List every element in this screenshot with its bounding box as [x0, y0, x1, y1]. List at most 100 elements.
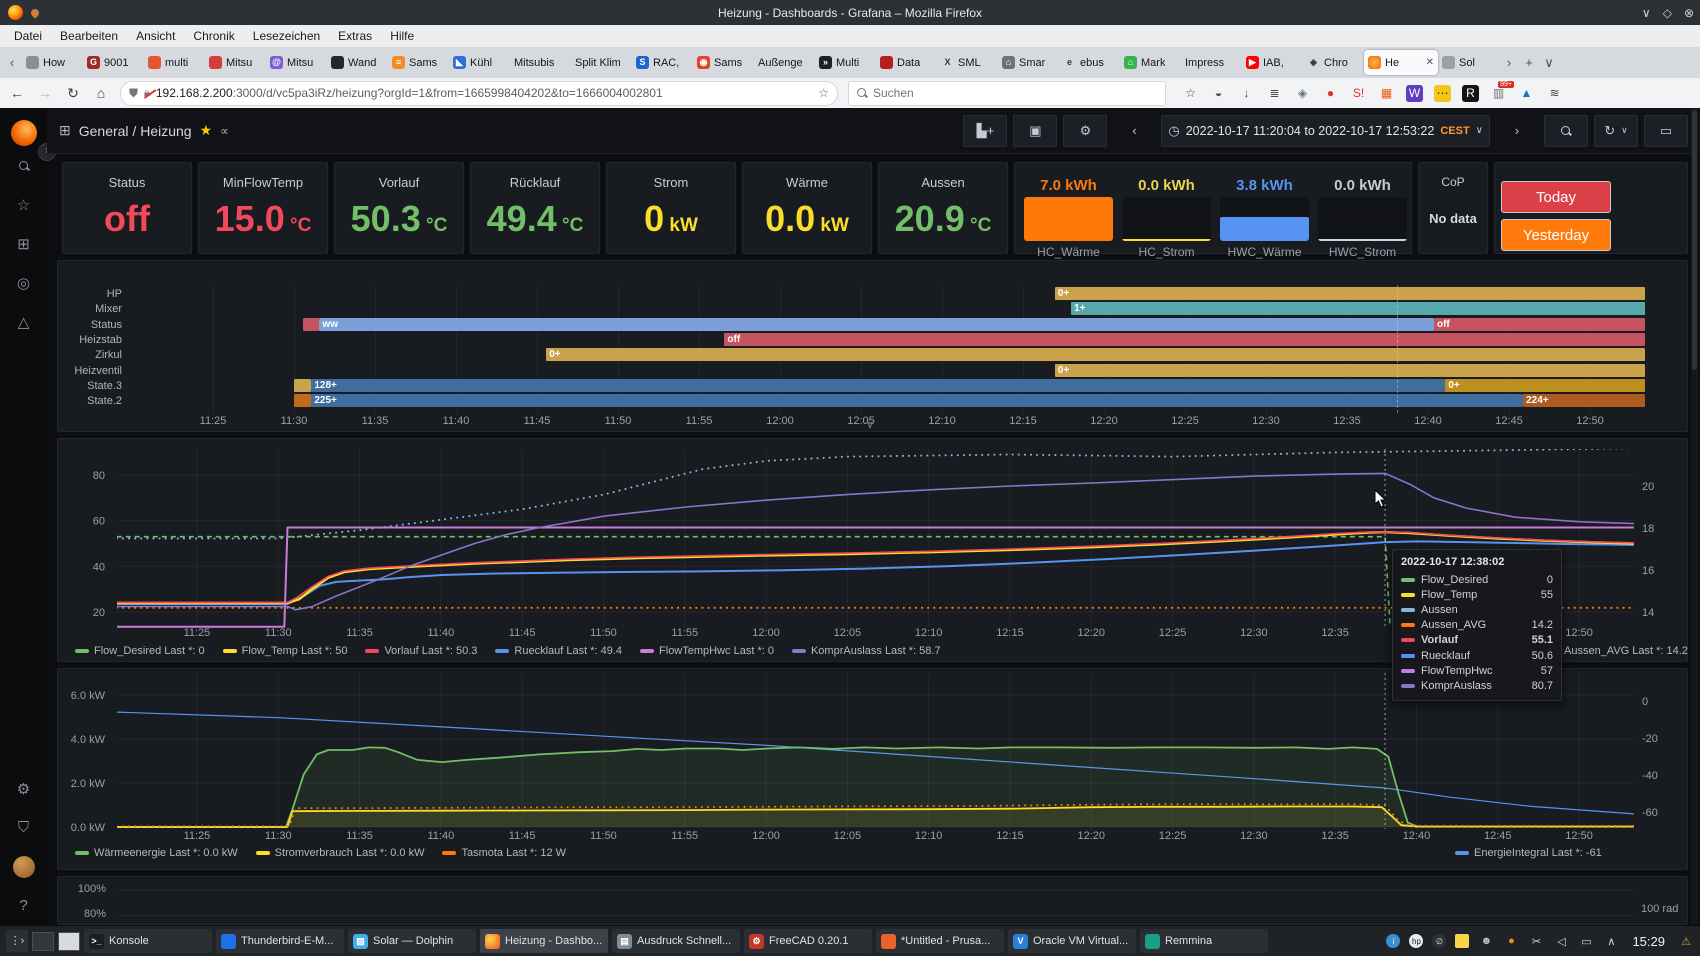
- legend-marker: [442, 851, 456, 855]
- legend-marker: [495, 649, 509, 653]
- screen: Heizung - Dashboards - Grafana – Mozilla…: [0, 0, 1700, 956]
- legend-item-energieintegral[interactable]: EnergieIntegral Last *: -61: [1455, 847, 1602, 859]
- mute-icon[interactable]: ∅: [1432, 934, 1446, 948]
- virtual-desktop-1[interactable]: [32, 932, 54, 951]
- clementine-icon[interactable]: ●: [1503, 933, 1519, 949]
- axis-label: 100%: [66, 883, 106, 895]
- task-label: *Untitled - Prusa...: [901, 935, 990, 947]
- hp-icon[interactable]: hp: [1409, 934, 1423, 948]
- axis-label: 80%: [66, 908, 106, 920]
- notes-icon[interactable]: [1455, 934, 1469, 948]
- warning-icon[interactable]: ⚠: [1678, 933, 1694, 949]
- graph-tooltip: 2022-10-17 12:38:02 Flow_Desired0Flow_Te…: [1392, 549, 1562, 701]
- task-solar-dolphin[interactable]: ▨Solar — Dolphin: [348, 929, 476, 953]
- gauge-fill: [1024, 197, 1113, 241]
- svg-text:11:55: 11:55: [671, 830, 698, 842]
- mouse-cursor: [1374, 489, 1388, 509]
- svg-text:6.0 kW: 6.0 kW: [71, 690, 106, 702]
- svg-text:12:05: 12:05: [834, 830, 862, 842]
- task-heizung-dashbo-[interactable]: Heizung - Dashbo...: [480, 929, 608, 953]
- state-timeline-panel: 11:2511:3011:3511:4011:4511:5011:5512:00…: [57, 260, 1688, 432]
- tooltip-row-flow_desired: Flow_Desired0: [1401, 572, 1553, 587]
- time-tick: 12:10: [920, 415, 964, 427]
- timeline-segment: 225+: [311, 394, 1523, 407]
- svg-text:20: 20: [93, 607, 105, 619]
- info-icon[interactable]: i: [1386, 934, 1400, 948]
- legend-item-flow_temp[interactable]: Flow_Temp Last *: 50: [223, 645, 348, 657]
- cut-icon[interactable]: ✂: [1528, 933, 1544, 949]
- svg-text:12:30: 12:30: [1240, 627, 1268, 639]
- gauge-value: 7.0 kWh: [1024, 177, 1113, 194]
- legend-item-stromverbrauch[interactable]: Stromverbrauch Last *: 0.0 kW: [256, 847, 425, 859]
- energy-gauges-panel: 7.0 kWhHC_Wärme0.0 kWhHC_Strom3.8 kWhHWC…: [1014, 162, 1412, 254]
- legend-item-wärmeenergie[interactable]: Wärmeenergie Last *: 0.0 kW: [75, 847, 238, 859]
- task--untitled-prusa-[interactable]: *Untitled - Prusa...: [876, 929, 1004, 953]
- stat-value: 50.3 °C: [335, 198, 463, 240]
- crosshair-line: [1397, 285, 1398, 413]
- legend-item-komprauslass[interactable]: KomprAuslass Last *: 58.7: [792, 645, 941, 657]
- timeline-segment: [294, 394, 312, 407]
- timeline-row-label: Status: [58, 319, 122, 331]
- svg-text:11:35: 11:35: [346, 627, 373, 639]
- gauge-bar: [1024, 197, 1113, 241]
- legend-item-ruecklauf[interactable]: Ruecklauf Last *: 49.4: [495, 645, 622, 657]
- virtual-desktop-2[interactable]: [58, 932, 80, 951]
- task-konsole[interactable]: >_Konsole: [84, 929, 212, 953]
- temp-graph-legend: Flow_Desired Last *: 0 Flow_Temp Last *: …: [75, 645, 941, 657]
- panel-collapse-caret-icon[interactable]: ∨: [866, 418, 874, 431]
- svg-text:12:40: 12:40: [1403, 830, 1431, 842]
- gauge-fill: [1318, 239, 1407, 241]
- svg-text:14: 14: [1642, 607, 1654, 619]
- tooltip-row-aussen: Aussen: [1401, 602, 1553, 617]
- svg-text:40: 40: [93, 561, 105, 573]
- task-remmina[interactable]: Remmina: [1140, 929, 1268, 953]
- timeline-segment: ww: [319, 318, 1434, 331]
- svg-text:11:40: 11:40: [428, 830, 455, 842]
- timeline-row-label: HP: [58, 288, 122, 300]
- dashboard: StatusoffMinFlowTemp15.0 °CVorlauf50.3 °…: [0, 0, 1700, 956]
- stat-title: Vorlauf: [335, 175, 463, 190]
- task-icon: ▨: [353, 934, 368, 949]
- svg-text:-40: -40: [1642, 770, 1658, 782]
- gauge-value: 0.0 kWh: [1122, 177, 1211, 194]
- gauge-bar: [1318, 197, 1407, 241]
- task-label: Oracle VM Virtual...: [1033, 935, 1128, 947]
- svg-text:12:00: 12:00: [752, 627, 780, 639]
- time-tick: 12:00: [758, 415, 802, 427]
- legend-item-flow_desired[interactable]: Flow_Desired Last *: 0: [75, 645, 205, 657]
- display-icon[interactable]: ▭: [1578, 933, 1594, 949]
- task-thunderbird-e-m-[interactable]: Thunderbird-E-M...: [216, 929, 344, 953]
- svg-text:12:45: 12:45: [1484, 830, 1512, 842]
- task-icon: [1145, 934, 1160, 949]
- task-ausdruck-schnell-[interactable]: ▤Ausdruck Schnell...: [612, 929, 740, 953]
- today-button[interactable]: Today: [1501, 181, 1611, 213]
- legend-item-vorlauf[interactable]: Vorlauf Last *: 50.3: [365, 645, 477, 657]
- expand-icon[interactable]: ∧: [1603, 933, 1619, 949]
- svg-text:2.0 kW: 2.0 kW: [71, 778, 106, 790]
- legend-item-aussen_avg[interactable]: Aussen_AVG Last *: 14.2: [1545, 645, 1688, 657]
- svg-text:11:55: 11:55: [671, 627, 698, 639]
- page-scrollbar[interactable]: [1691, 108, 1698, 925]
- user-icon[interactable]: ☻: [1478, 933, 1494, 949]
- stat-title: Aussen: [879, 175, 1007, 190]
- kde-taskbar: ⋮› >_KonsoleThunderbird-E-M...▨Solar — Do…: [0, 925, 1700, 956]
- cop-value: No data: [1419, 211, 1487, 226]
- volume-icon[interactable]: ◁: [1553, 933, 1569, 949]
- tooltip-row-flowtemphwc: FlowTempHwc57: [1401, 663, 1553, 678]
- time-tick: 12:30: [1244, 415, 1288, 427]
- legend-item-flowtemphwc[interactable]: FlowTempHwc Last *: 0: [640, 645, 774, 657]
- task-freecad-0-20-1[interactable]: ⚙FreeCAD 0.20.1: [744, 929, 872, 953]
- legend-item-tasmota[interactable]: Tasmota Last *: 12 W: [442, 847, 566, 859]
- power-graph-legend: Wärmeenergie Last *: 0.0 kW Stromverbrauc…: [75, 847, 566, 859]
- stat-value: off: [63, 198, 191, 240]
- yesterday-button[interactable]: Yesterday: [1501, 219, 1611, 251]
- svg-text:20: 20: [1642, 481, 1654, 493]
- launcher-icon[interactable]: ⋮›: [6, 930, 28, 952]
- task-oracle-vm-virtual-[interactable]: VOracle VM Virtual...: [1008, 929, 1136, 953]
- taskbar-clock[interactable]: 15:29: [1632, 934, 1665, 949]
- svg-text:-20: -20: [1642, 733, 1658, 745]
- svg-text:60: 60: [93, 516, 105, 528]
- time-tick: 11:45: [515, 415, 559, 427]
- svg-text:11:50: 11:50: [590, 627, 617, 639]
- svg-text:11:50: 11:50: [590, 830, 617, 842]
